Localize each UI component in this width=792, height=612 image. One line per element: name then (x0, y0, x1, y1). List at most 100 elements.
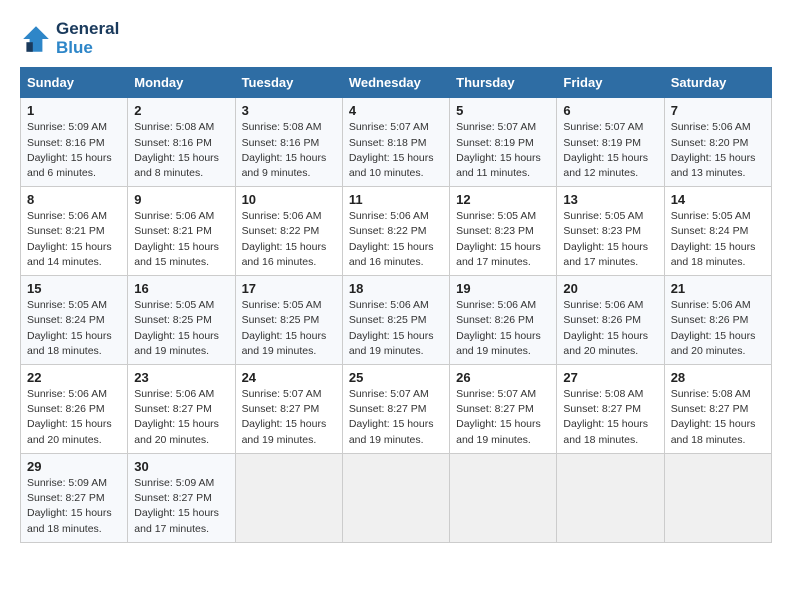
calendar-week-row: 29 Sunrise: 5:09 AM Sunset: 8:27 PM Dayl… (21, 453, 772, 542)
day-number: 5 (456, 103, 550, 118)
calendar-day-cell: 20 Sunrise: 5:06 AM Sunset: 8:26 PM Dayl… (557, 276, 664, 365)
day-info: Sunrise: 5:05 AM Sunset: 8:24 PM Dayligh… (27, 298, 121, 359)
calendar-day-cell (235, 453, 342, 542)
day-info: Sunrise: 5:06 AM Sunset: 8:26 PM Dayligh… (27, 387, 121, 448)
day-info: Sunrise: 5:07 AM Sunset: 8:19 PM Dayligh… (456, 120, 550, 181)
weekday-header-cell: Wednesday (342, 68, 449, 98)
calendar-day-cell (342, 453, 449, 542)
day-number: 20 (563, 281, 657, 296)
calendar-day-cell: 18 Sunrise: 5:06 AM Sunset: 8:25 PM Dayl… (342, 276, 449, 365)
day-number: 16 (134, 281, 228, 296)
calendar-day-cell: 16 Sunrise: 5:05 AM Sunset: 8:25 PM Dayl… (128, 276, 235, 365)
calendar-body: 1 Sunrise: 5:09 AM Sunset: 8:16 PM Dayli… (21, 98, 772, 542)
day-number: 24 (242, 370, 336, 385)
calendar-day-cell: 17 Sunrise: 5:05 AM Sunset: 8:25 PM Dayl… (235, 276, 342, 365)
day-number: 7 (671, 103, 765, 118)
day-info: Sunrise: 5:05 AM Sunset: 8:25 PM Dayligh… (134, 298, 228, 359)
calendar-day-cell: 25 Sunrise: 5:07 AM Sunset: 8:27 PM Dayl… (342, 365, 449, 454)
logo: General Blue (20, 20, 119, 57)
day-info: Sunrise: 5:06 AM Sunset: 8:27 PM Dayligh… (134, 387, 228, 448)
calendar-day-cell: 9 Sunrise: 5:06 AM Sunset: 8:21 PM Dayli… (128, 187, 235, 276)
day-info: Sunrise: 5:06 AM Sunset: 8:26 PM Dayligh… (563, 298, 657, 359)
day-number: 14 (671, 192, 765, 207)
day-number: 18 (349, 281, 443, 296)
day-number: 12 (456, 192, 550, 207)
day-info: Sunrise: 5:07 AM Sunset: 8:27 PM Dayligh… (349, 387, 443, 448)
weekday-header-cell: Thursday (450, 68, 557, 98)
calendar-day-cell (450, 453, 557, 542)
day-info: Sunrise: 5:06 AM Sunset: 8:21 PM Dayligh… (134, 209, 228, 270)
day-number: 13 (563, 192, 657, 207)
day-info: Sunrise: 5:07 AM Sunset: 8:18 PM Dayligh… (349, 120, 443, 181)
day-number: 1 (27, 103, 121, 118)
calendar-week-row: 8 Sunrise: 5:06 AM Sunset: 8:21 PM Dayli… (21, 187, 772, 276)
day-info: Sunrise: 5:05 AM Sunset: 8:24 PM Dayligh… (671, 209, 765, 270)
day-number: 26 (456, 370, 550, 385)
day-number: 11 (349, 192, 443, 207)
day-info: Sunrise: 5:06 AM Sunset: 8:20 PM Dayligh… (671, 120, 765, 181)
calendar-week-row: 22 Sunrise: 5:06 AM Sunset: 8:26 PM Dayl… (21, 365, 772, 454)
day-number: 30 (134, 459, 228, 474)
day-info: Sunrise: 5:09 AM Sunset: 8:27 PM Dayligh… (27, 476, 121, 537)
day-number: 27 (563, 370, 657, 385)
day-info: Sunrise: 5:07 AM Sunset: 8:27 PM Dayligh… (242, 387, 336, 448)
calendar-day-cell: 22 Sunrise: 5:06 AM Sunset: 8:26 PM Dayl… (21, 365, 128, 454)
calendar-day-cell: 15 Sunrise: 5:05 AM Sunset: 8:24 PM Dayl… (21, 276, 128, 365)
calendar-day-cell: 12 Sunrise: 5:05 AM Sunset: 8:23 PM Dayl… (450, 187, 557, 276)
day-number: 21 (671, 281, 765, 296)
day-number: 3 (242, 103, 336, 118)
calendar-day-cell: 28 Sunrise: 5:08 AM Sunset: 8:27 PM Dayl… (664, 365, 771, 454)
day-number: 6 (563, 103, 657, 118)
weekday-header-cell: Sunday (21, 68, 128, 98)
day-info: Sunrise: 5:06 AM Sunset: 8:21 PM Dayligh… (27, 209, 121, 270)
calendar-day-cell: 8 Sunrise: 5:06 AM Sunset: 8:21 PM Dayli… (21, 187, 128, 276)
day-number: 8 (27, 192, 121, 207)
day-number: 28 (671, 370, 765, 385)
weekday-header-row: SundayMondayTuesdayWednesdayThursdayFrid… (21, 68, 772, 98)
weekday-header-cell: Monday (128, 68, 235, 98)
day-info: Sunrise: 5:07 AM Sunset: 8:27 PM Dayligh… (456, 387, 550, 448)
calendar-day-cell: 29 Sunrise: 5:09 AM Sunset: 8:27 PM Dayl… (21, 453, 128, 542)
day-info: Sunrise: 5:06 AM Sunset: 8:22 PM Dayligh… (242, 209, 336, 270)
weekday-header-cell: Saturday (664, 68, 771, 98)
calendar-week-row: 15 Sunrise: 5:05 AM Sunset: 8:24 PM Dayl… (21, 276, 772, 365)
day-number: 4 (349, 103, 443, 118)
day-info: Sunrise: 5:07 AM Sunset: 8:19 PM Dayligh… (563, 120, 657, 181)
calendar-table: SundayMondayTuesdayWednesdayThursdayFrid… (20, 67, 772, 542)
calendar-day-cell: 5 Sunrise: 5:07 AM Sunset: 8:19 PM Dayli… (450, 98, 557, 187)
day-info: Sunrise: 5:08 AM Sunset: 8:16 PM Dayligh… (134, 120, 228, 181)
calendar-day-cell: 24 Sunrise: 5:07 AM Sunset: 8:27 PM Dayl… (235, 365, 342, 454)
calendar-day-cell (557, 453, 664, 542)
calendar-day-cell: 1 Sunrise: 5:09 AM Sunset: 8:16 PM Dayli… (21, 98, 128, 187)
day-info: Sunrise: 5:06 AM Sunset: 8:22 PM Dayligh… (349, 209, 443, 270)
calendar-day-cell: 13 Sunrise: 5:05 AM Sunset: 8:23 PM Dayl… (557, 187, 664, 276)
calendar-day-cell: 3 Sunrise: 5:08 AM Sunset: 8:16 PM Dayli… (235, 98, 342, 187)
calendar-day-cell: 23 Sunrise: 5:06 AM Sunset: 8:27 PM Dayl… (128, 365, 235, 454)
day-number: 9 (134, 192, 228, 207)
day-number: 23 (134, 370, 228, 385)
day-number: 22 (27, 370, 121, 385)
calendar-day-cell (664, 453, 771, 542)
day-info: Sunrise: 5:05 AM Sunset: 8:23 PM Dayligh… (563, 209, 657, 270)
calendar-day-cell: 7 Sunrise: 5:06 AM Sunset: 8:20 PM Dayli… (664, 98, 771, 187)
day-info: Sunrise: 5:08 AM Sunset: 8:27 PM Dayligh… (671, 387, 765, 448)
day-info: Sunrise: 5:08 AM Sunset: 8:16 PM Dayligh… (242, 120, 336, 181)
day-info: Sunrise: 5:08 AM Sunset: 8:27 PM Dayligh… (563, 387, 657, 448)
day-number: 25 (349, 370, 443, 385)
weekday-header-cell: Friday (557, 68, 664, 98)
calendar-day-cell: 14 Sunrise: 5:05 AM Sunset: 8:24 PM Dayl… (664, 187, 771, 276)
weekday-header-cell: Tuesday (235, 68, 342, 98)
day-number: 10 (242, 192, 336, 207)
day-info: Sunrise: 5:06 AM Sunset: 8:26 PM Dayligh… (671, 298, 765, 359)
calendar-day-cell: 27 Sunrise: 5:08 AM Sunset: 8:27 PM Dayl… (557, 365, 664, 454)
calendar-week-row: 1 Sunrise: 5:09 AM Sunset: 8:16 PM Dayli… (21, 98, 772, 187)
day-info: Sunrise: 5:06 AM Sunset: 8:25 PM Dayligh… (349, 298, 443, 359)
calendar-day-cell: 30 Sunrise: 5:09 AM Sunset: 8:27 PM Dayl… (128, 453, 235, 542)
calendar-day-cell: 4 Sunrise: 5:07 AM Sunset: 8:18 PM Dayli… (342, 98, 449, 187)
day-info: Sunrise: 5:06 AM Sunset: 8:26 PM Dayligh… (456, 298, 550, 359)
day-number: 19 (456, 281, 550, 296)
day-number: 15 (27, 281, 121, 296)
calendar-day-cell: 2 Sunrise: 5:08 AM Sunset: 8:16 PM Dayli… (128, 98, 235, 187)
calendar-day-cell: 19 Sunrise: 5:06 AM Sunset: 8:26 PM Dayl… (450, 276, 557, 365)
logo-text: General Blue (56, 20, 119, 57)
